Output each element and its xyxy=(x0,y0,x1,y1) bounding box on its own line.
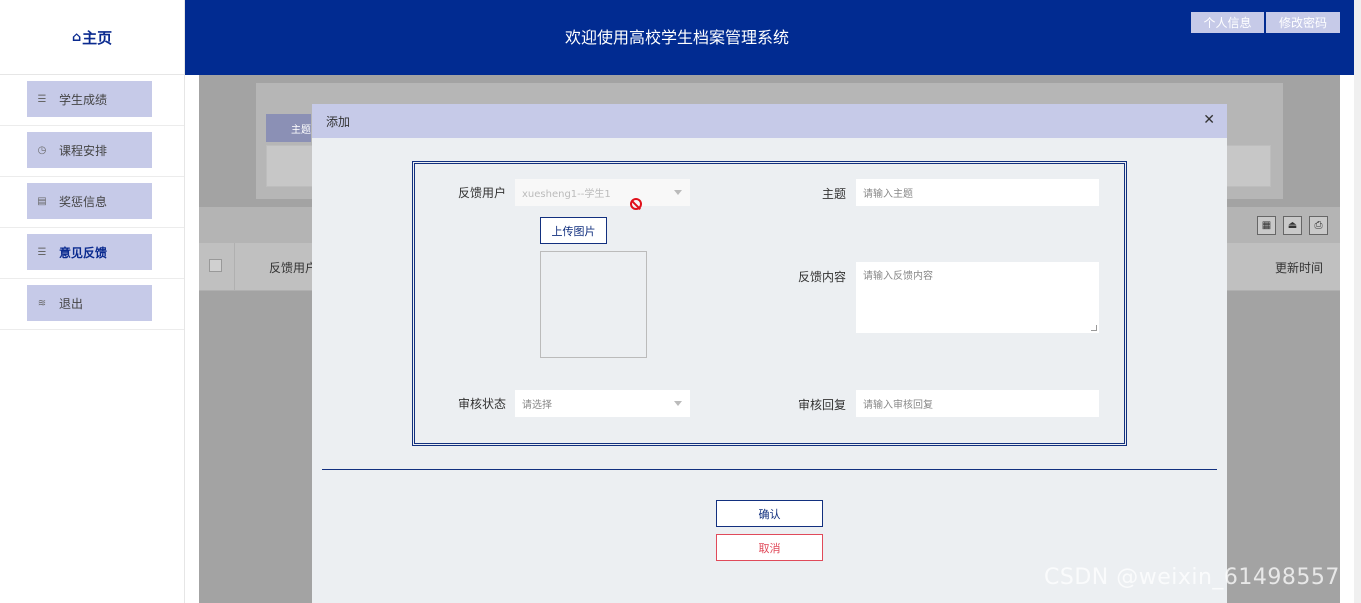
brand-label: 主页 xyxy=(82,28,113,47)
change-password-button[interactable]: 修改密码 xyxy=(1266,12,1340,33)
home-icon: ⌂ xyxy=(71,29,82,45)
subject-label: 主题 xyxy=(822,187,847,201)
cancel-button[interactable]: 取消 xyxy=(716,534,823,561)
add-feedback-modal: 添加 ✕ 反馈用户 xuesheng1--学生1 主题 请输入主题 上传图片 反… xyxy=(312,104,1227,603)
image-preview xyxy=(540,251,647,358)
not-allowed-cursor-icon xyxy=(630,198,642,210)
subject-placeholder: 请输入主题 xyxy=(863,189,913,200)
column-header-user: 反馈用户 xyxy=(269,261,318,275)
content-label: 反馈内容 xyxy=(798,270,847,284)
feedback-user-select: xuesheng1--学生1 xyxy=(515,179,690,206)
sidebar-row-scores: ☰ 学生成绩 xyxy=(0,75,184,126)
watermark: CSDN @weixin_61498557 xyxy=(1044,565,1340,590)
status-select[interactable]: 请选择 xyxy=(515,390,690,417)
reply-label: 审核回复 xyxy=(798,398,847,412)
chevron-down-icon xyxy=(674,401,682,406)
sidebar: ⌂ 主页 ☰ 学生成绩 ◷ 课程安排 ▤ 奖惩信息 ☰ 意见反馈 ≋ 退出 xyxy=(0,0,185,603)
column-header-time: 更新时间 xyxy=(1275,261,1324,275)
feedback-user-label: 反馈用户 xyxy=(458,186,507,200)
close-icon[interactable]: ✕ xyxy=(1203,112,1215,128)
modal-divider xyxy=(322,469,1217,470)
clock-icon: ◷ xyxy=(37,144,47,156)
sidebar-item-awards[interactable]: ▤ 奖惩信息 xyxy=(27,183,152,219)
reply-placeholder: 请输入审核回复 xyxy=(863,400,933,411)
page-scrollbar[interactable] xyxy=(1354,0,1361,603)
status-label: 审核状态 xyxy=(458,397,507,411)
subject-input[interactable]: 请输入主题 xyxy=(856,179,1099,206)
grid-icon: ▦ xyxy=(1257,216,1276,235)
top-header: 欢迎使用高校学生档案管理系统 个人信息 修改密码 xyxy=(185,0,1354,75)
search-tab: 主题 xyxy=(266,114,311,142)
sidebar-item-label: 意见反馈 xyxy=(59,245,108,260)
sidebar-row-courses: ◷ 课程安排 xyxy=(0,126,184,177)
confirm-button[interactable]: 确认 xyxy=(716,500,823,527)
modal-title: 添加 xyxy=(326,114,351,129)
feedback-user-value: xuesheng1--学生1 xyxy=(522,189,611,200)
status-placeholder: 请选择 xyxy=(522,400,552,411)
reply-input[interactable]: 请输入审核回复 xyxy=(856,390,1099,417)
sidebar-row-awards: ▤ 奖惩信息 xyxy=(0,177,184,228)
content-placeholder: 请输入反馈内容 xyxy=(863,271,933,282)
sidebar-row-logout: ≋ 退出 xyxy=(0,279,184,330)
sidebar-row-feedback: ☰ 意见反馈 xyxy=(0,228,184,279)
profile-button[interactable]: 个人信息 xyxy=(1191,12,1264,33)
chevron-down-icon xyxy=(674,190,682,195)
sidebar-item-label: 学生成绩 xyxy=(59,92,108,107)
doc-icon: ▤ xyxy=(37,195,47,207)
list-icon: ☰ xyxy=(37,246,47,258)
column-divider xyxy=(234,243,235,291)
layers-icon: ≋ xyxy=(37,297,47,309)
brand-home[interactable]: ⌂ 主页 xyxy=(0,0,184,75)
sidebar-item-label: 奖惩信息 xyxy=(59,194,108,209)
sidebar-item-courses[interactable]: ◷ 课程安排 xyxy=(27,132,152,168)
list-icon: ☰ xyxy=(37,93,47,105)
select-all-checkbox xyxy=(209,259,222,272)
sidebar-item-label: 退出 xyxy=(59,296,84,311)
resize-handle[interactable] xyxy=(1091,325,1097,331)
upload-icon: ⏏ xyxy=(1283,216,1302,235)
sidebar-item-scores[interactable]: ☰ 学生成绩 xyxy=(27,81,152,117)
modal-header: 添加 ✕ xyxy=(312,104,1227,138)
page-title: 欢迎使用高校学生档案管理系统 xyxy=(564,28,789,47)
sidebar-item-label: 课程安排 xyxy=(59,143,108,158)
sidebar-item-feedback[interactable]: ☰ 意见反馈 xyxy=(27,234,152,270)
print-icon: ⎙ xyxy=(1309,216,1328,235)
sidebar-item-logout[interactable]: ≋ 退出 xyxy=(27,285,152,321)
content-textarea[interactable]: 请输入反馈内容 xyxy=(856,262,1099,333)
upload-image-button[interactable]: 上传图片 xyxy=(540,217,607,244)
